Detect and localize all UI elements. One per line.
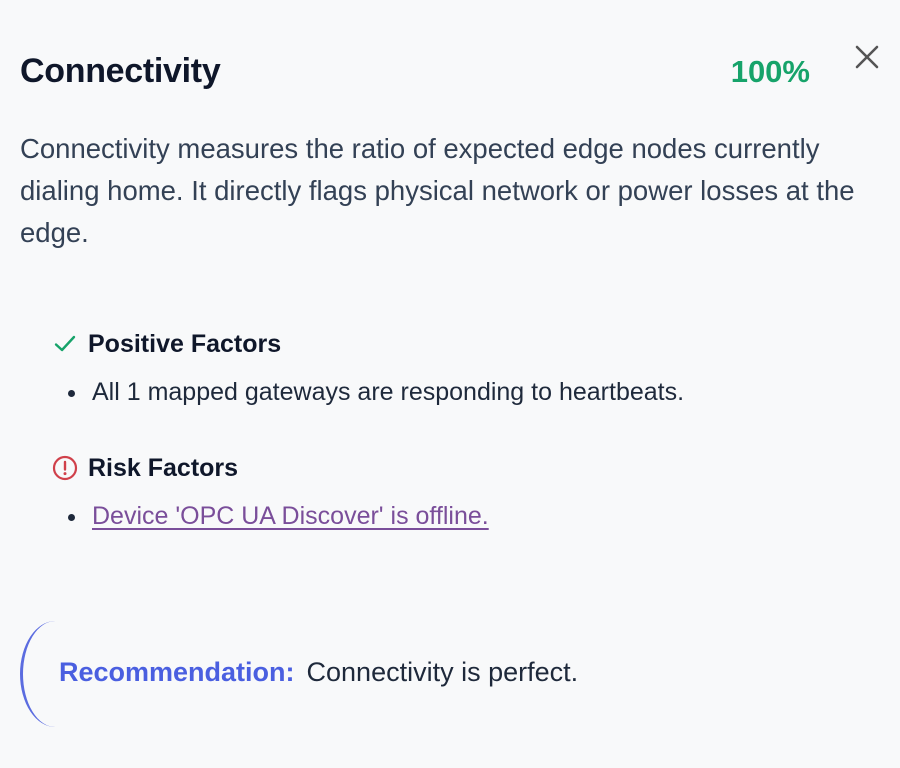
list-item: Device 'OPC UA Discover' is offline.: [68, 499, 872, 533]
alert-circle-icon: [52, 455, 78, 481]
positive-factors-title: Positive Factors: [88, 329, 282, 358]
recommendation-label: Recommendation:: [59, 657, 295, 687]
connectivity-detail-panel: Connectivity 100% Connectivity measures …: [0, 0, 900, 768]
risk-factors-header: Risk Factors: [52, 451, 872, 485]
risk-factors-section: Risk Factors Device 'OPC UA Discover' is…: [52, 451, 872, 533]
panel-header: Connectivity 100%: [20, 48, 820, 98]
check-icon: [52, 331, 78, 357]
recommendation-content: Recommendation: Connectivity is perfect.: [59, 657, 578, 688]
risk-factors-list: Device 'OPC UA Discover' is offline.: [52, 499, 872, 533]
close-button[interactable]: [852, 42, 882, 72]
risk-factors-title: Risk Factors: [88, 453, 239, 482]
positive-factors-section: Positive Factors All 1 mapped gateways a…: [52, 327, 872, 409]
close-icon: [855, 45, 879, 69]
list-item: All 1 mapped gateways are responding to …: [68, 375, 872, 409]
recommendation-callout: Recommendation: Connectivity is perfect.: [20, 621, 883, 727]
description-text: Connectivity measures the ratio of expec…: [20, 133, 855, 248]
offline-device-link[interactable]: Device 'OPC UA Discover' is offline.: [92, 502, 489, 530]
score-value: 100%: [730, 54, 810, 89]
positive-factors-list: All 1 mapped gateways are responding to …: [52, 375, 872, 409]
panel-title: Connectivity: [20, 52, 221, 90]
positive-factors-header: Positive Factors: [52, 327, 872, 361]
recommendation-text: Connectivity is perfect.: [306, 657, 579, 687]
